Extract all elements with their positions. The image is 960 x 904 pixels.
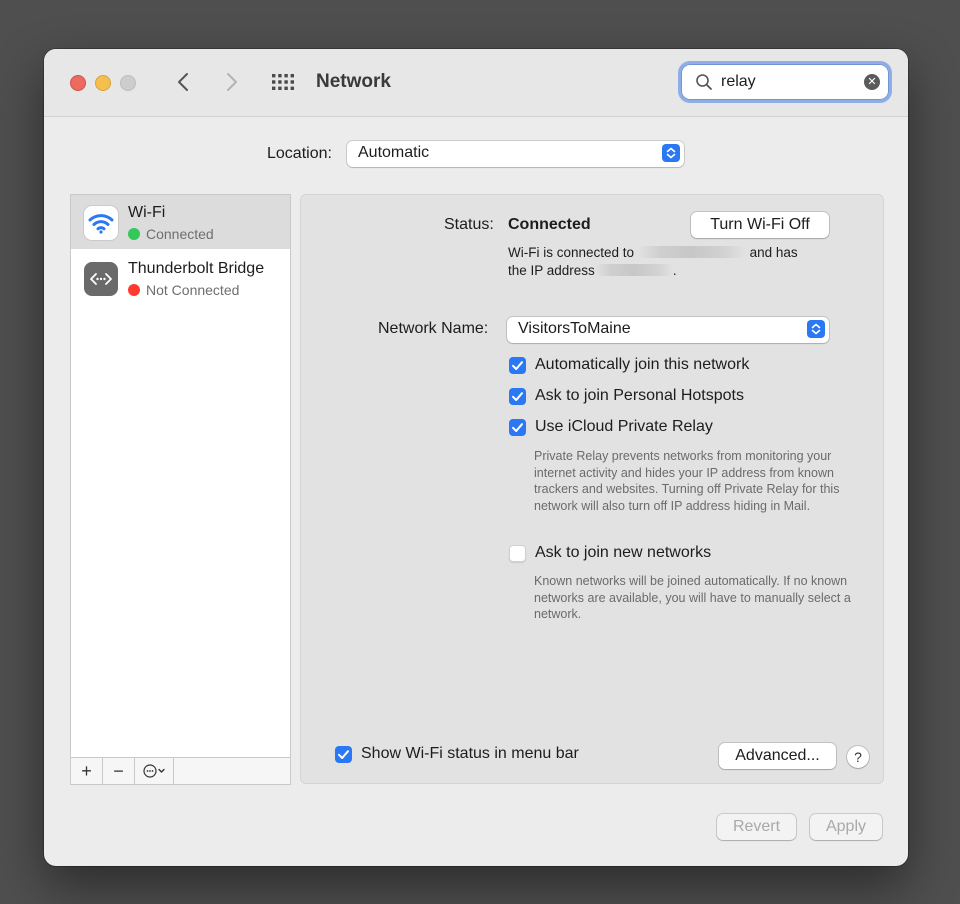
search-field[interactable]: ✕ xyxy=(681,64,889,100)
chevron-left-icon xyxy=(178,73,188,91)
help-button[interactable]: ? xyxy=(847,746,869,768)
redacted-ip-address xyxy=(594,264,673,276)
status-description: Wi-Fi is connected to and has the IP add… xyxy=(508,244,838,280)
turn-wifi-off-button[interactable]: Turn Wi-Fi Off xyxy=(691,212,829,238)
apply-button[interactable]: Apply xyxy=(810,814,882,840)
checkmark-icon xyxy=(338,750,349,759)
sidebar-item-label: Thunderbolt Bridge xyxy=(128,260,265,277)
service-list: Wi-Fi Connected Thunderbolt Bridge Not C… xyxy=(70,194,291,758)
location-value: Automatic xyxy=(358,144,430,161)
popup-stepper-icon xyxy=(662,144,680,162)
checkmark-icon xyxy=(512,392,523,401)
private-relay-help-text: Private Relay prevents networks from mon… xyxy=(534,449,840,513)
sidebar-item-wifi[interactable]: Wi-Fi Connected xyxy=(71,195,290,249)
show-menubar-checkbox[interactable] xyxy=(335,746,352,763)
network-name-value: VisitorsToMaine xyxy=(518,320,631,337)
status-value: Connected xyxy=(508,216,591,233)
thunderbolt-bridge-icon xyxy=(84,262,118,296)
location-label: Location: xyxy=(267,145,332,162)
private-relay-checkbox[interactable] xyxy=(509,419,526,436)
back-button[interactable] xyxy=(170,69,198,95)
status-dot-red xyxy=(128,284,140,296)
search-icon xyxy=(696,74,712,90)
status-desc-text: . xyxy=(672,263,677,278)
personal-hotspots-checkbox[interactable] xyxy=(509,388,526,405)
clear-search-icon[interactable]: ✕ xyxy=(864,74,880,90)
auto-join-checkbox[interactable] xyxy=(509,357,526,374)
show-menubar-label: Show Wi-Fi status in menu bar xyxy=(361,745,579,762)
close-window-button[interactable] xyxy=(70,75,86,91)
checkmark-icon xyxy=(512,423,523,432)
private-relay-label: Use iCloud Private Relay xyxy=(535,418,713,435)
network-name-popup[interactable]: VisitorsToMaine xyxy=(507,317,829,343)
location-popup[interactable]: Automatic xyxy=(347,141,684,167)
sidebar-item-status-text: Connected xyxy=(146,226,214,242)
advanced-button[interactable]: Advanced... xyxy=(719,743,836,769)
sidebar-item-thunderbolt-bridge[interactable]: Thunderbolt Bridge Not Connected xyxy=(71,251,290,305)
status-desc-text: the IP address xyxy=(508,263,595,278)
personal-hotspots-label: Ask to join Personal Hotspots xyxy=(535,387,744,404)
add-service-button[interactable]: + xyxy=(71,758,103,784)
ask-new-networks-checkbox[interactable] xyxy=(509,545,526,562)
sidebar-item-status: Connected xyxy=(128,226,214,242)
forward-button[interactable] xyxy=(217,69,245,95)
network-preferences-window: Network ✕ Location: Automatic xyxy=(44,49,908,866)
window-title: Network xyxy=(316,71,391,92)
minimize-window-button[interactable] xyxy=(95,75,111,91)
wifi-icon xyxy=(84,206,118,240)
action-menu-button[interactable] xyxy=(135,758,174,784)
ask-new-networks-label: Ask to join new networks xyxy=(535,544,712,561)
popup-stepper-icon xyxy=(807,320,825,338)
show-all-grid-icon[interactable] xyxy=(271,73,297,91)
new-networks-help-text: Known networks will be joined automatica… xyxy=(534,574,851,621)
status-label: Status: xyxy=(444,216,494,233)
checkmark-icon xyxy=(512,361,523,370)
title-bar: Network ✕ xyxy=(44,49,908,117)
sidebar-item-label: Wi-Fi xyxy=(128,204,166,221)
zoom-window-button[interactable] xyxy=(120,75,136,91)
status-desc-text: Wi-Fi is connected to xyxy=(508,245,635,260)
service-list-toolbar: + − xyxy=(70,757,291,785)
status-dot-green xyxy=(128,228,140,240)
chevron-right-icon xyxy=(227,73,237,91)
remove-service-button[interactable]: − xyxy=(103,758,135,784)
sidebar-item-status: Not Connected xyxy=(128,282,239,298)
redacted-network-name xyxy=(637,246,746,258)
network-name-label: Network Name: xyxy=(378,320,489,337)
auto-join-label: Automatically join this network xyxy=(535,356,750,373)
ellipsis-circle-icon xyxy=(143,764,165,778)
search-input[interactable] xyxy=(721,71,851,93)
revert-button[interactable]: Revert xyxy=(717,814,796,840)
sidebar-item-status-text: Not Connected xyxy=(146,282,240,298)
status-desc-text: and has xyxy=(749,245,798,260)
